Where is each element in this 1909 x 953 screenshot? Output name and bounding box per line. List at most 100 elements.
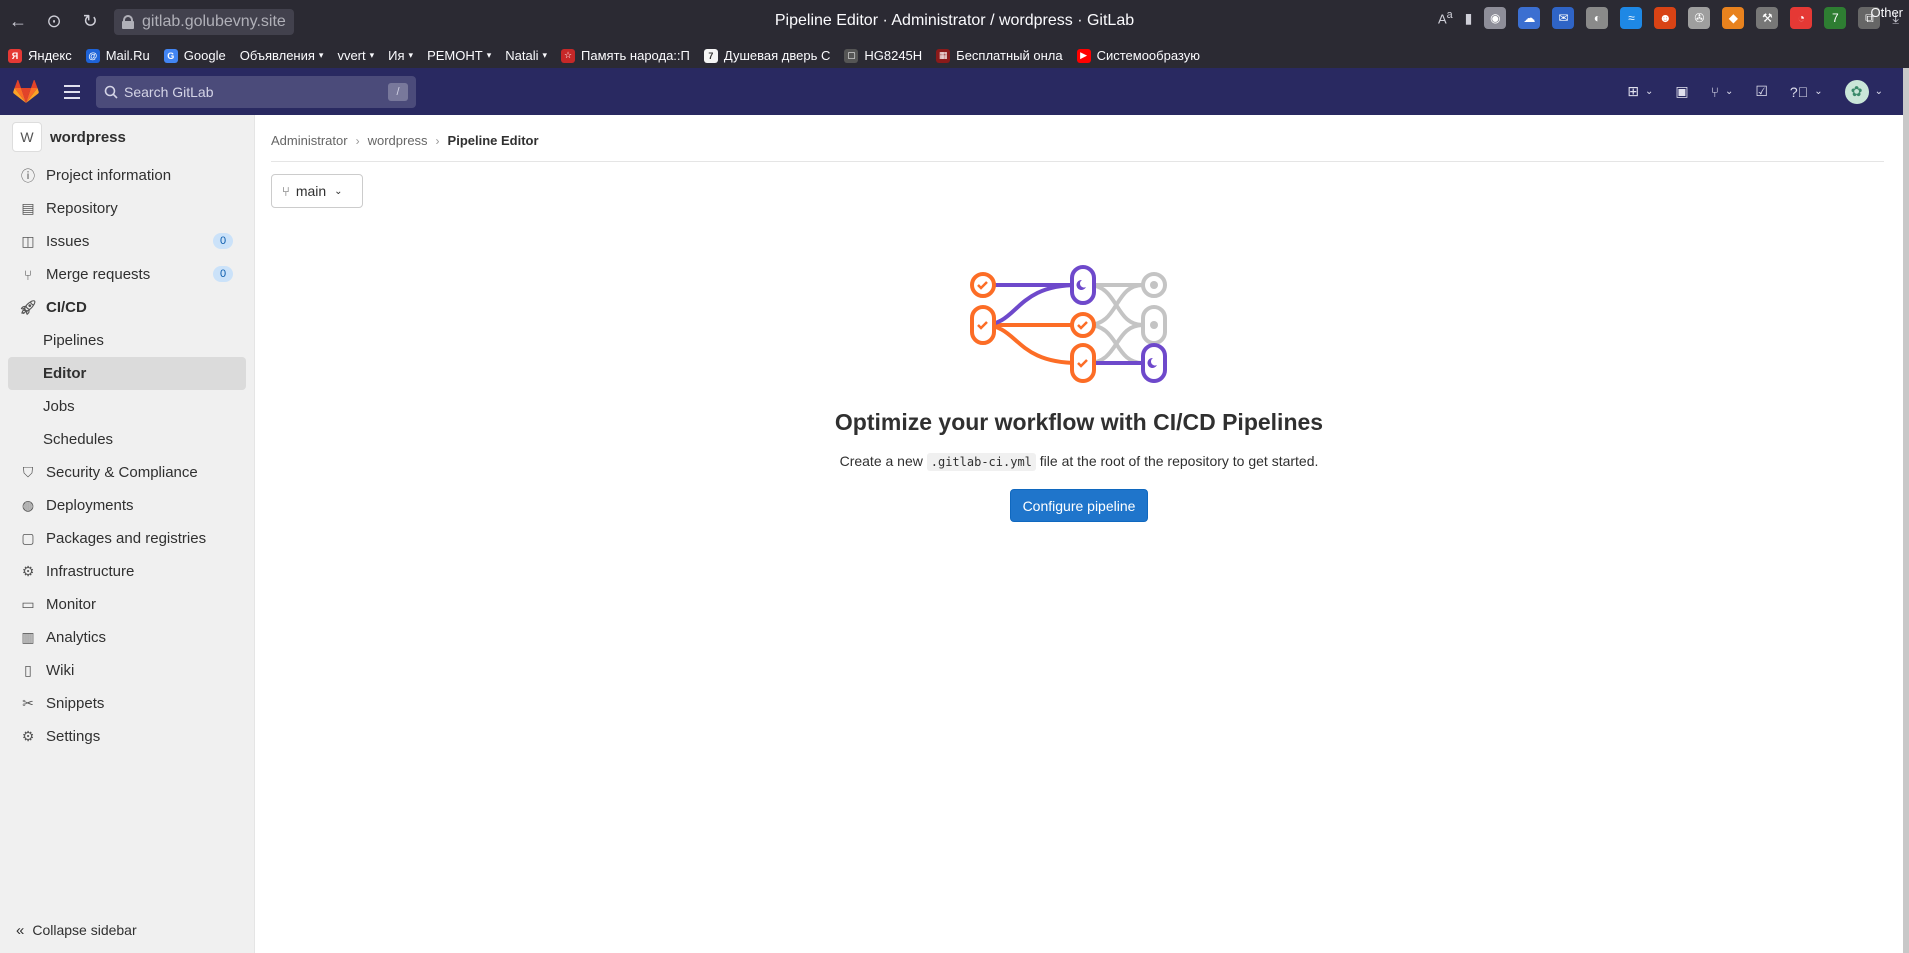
rocket-icon: 🚀︎ <box>19 299 37 315</box>
merge-request-icon: ⑂ <box>23 266 33 283</box>
help-icon: ?⃝ <box>1789 83 1809 100</box>
double-chevron-left-icon: « <box>16 921 25 939</box>
sidebar-item-deployments[interactable]: ◍ Deployments <box>0 489 254 522</box>
sidebar-item-cicd[interactable]: 🚀︎ CI/CD <box>0 291 254 324</box>
caret-down-icon: ▾ <box>318 50 324 60</box>
sidebar-subitem-schedules[interactable]: Schedules <box>0 423 254 456</box>
sidebar-item-label: Project information <box>46 167 172 184</box>
sidebar-subitem-jobs[interactable]: Jobs <box>0 390 254 423</box>
bookmark-item[interactable]: @ Mail.Ru <box>85 48 150 63</box>
breadcrumb-wordpress[interactable]: wordpress <box>368 133 428 148</box>
bookmark-item[interactable]: РЕМОНТ ▾ <box>427 48 491 63</box>
breadcrumb-administrator[interactable]: Administrator <box>271 133 348 148</box>
sidebar-item-project-information[interactable]: ⓘ Project information <box>0 159 254 192</box>
chart-icon: ▥ <box>21 629 35 645</box>
address-bar[interactable]: gitlab.golubevny.site <box>114 8 294 35</box>
user-menu[interactable]: ✿ ⌄ <box>1844 79 1883 104</box>
package-icon: ▢ <box>21 530 35 546</box>
sidebar-subitem-pipelines[interactable]: Pipelines <box>0 324 254 357</box>
bookmark-item[interactable]: Объявления ▾ <box>240 48 324 63</box>
chart-extension-icon[interactable]: ◔ <box>1790 7 1813 29</box>
extension-icon[interactable]: ◉ <box>1484 7 1507 29</box>
gear-icon: ⚙ <box>21 728 35 744</box>
sidebar-item-wiki[interactable]: ▯ Wiki <box>0 654 254 687</box>
reload-button[interactable]: ↻ <box>72 4 108 40</box>
yandex-button[interactable]: ⊙ <box>36 4 72 40</box>
pipeline-illustration <box>970 265 1167 383</box>
new-dropdown[interactable]: ⊞ ⌄ <box>1627 83 1653 100</box>
cloud-gear-icon: ⚙ <box>21 563 35 579</box>
issues-link[interactable]: ▣ <box>1675 83 1688 100</box>
breadcrumb-pipeline-editor[interactable]: Pipeline Editor <box>448 133 539 148</box>
menu-icon[interactable] <box>52 68 92 115</box>
bookmark-item[interactable]: vvert ▾ <box>337 48 374 63</box>
sidebar-item-packages[interactable]: ▢ Packages and registries <box>0 522 254 555</box>
caret-down-icon: ▾ <box>408 50 414 60</box>
search-input[interactable]: Search GitLab / <box>96 75 416 108</box>
sidebar-item-merge-requests[interactable]: ⑂ Merge requests 0 <box>0 258 254 291</box>
bookmark-item[interactable]: ☆ Память народа::П <box>561 48 690 63</box>
sidebar-item-label: Deployments <box>46 497 134 514</box>
gitlab-logo[interactable] <box>0 68 52 115</box>
bookmark-label: РЕМОНТ <box>427 48 483 63</box>
fox-extension-icon[interactable]: ◆ <box>1722 7 1745 29</box>
collapse-sidebar-button[interactable]: « Collapse sidebar <box>0 907 255 953</box>
bookmark-item[interactable]: ▶ Системообразую <box>1076 48 1200 63</box>
bookmark-label: Системообразую <box>1096 48 1200 63</box>
bookmark-label: Душевая дверь С <box>723 48 831 63</box>
sidebar-item-issues[interactable]: ◫ Issues 0 <box>0 225 254 258</box>
main-content: Administrator › wordpress › Pipeline Edi… <box>255 115 1903 953</box>
seven-extension-icon[interactable]: 7 <box>1824 7 1847 29</box>
bookmark-item[interactable]: ▢ HG8245H <box>844 48 922 63</box>
sidebar-item-snippets[interactable]: ✂ Snippets <box>0 687 254 720</box>
bookmark-item[interactable]: Я Яндекс <box>8 48 72 63</box>
wave-extension-icon[interactable]: ≈ <box>1620 7 1643 29</box>
translate-icon[interactable]: Aa <box>1438 9 1453 26</box>
sidebar-item-repository[interactable]: ▤ Repository <box>0 192 254 225</box>
bookmark-icon[interactable]: ▮ <box>1465 10 1473 27</box>
bookmark-item[interactable]: 7 Душевая дверь С <box>703 48 831 63</box>
sidebar-subitem-editor[interactable]: Editor <box>8 357 246 390</box>
deployments-icon: ◍ <box>21 497 35 513</box>
search-shortcut: / <box>388 82 408 101</box>
merge-requests-count-badge: 0 <box>213 266 233 282</box>
tool-extension-icon[interactable]: ⚒ <box>1756 7 1779 29</box>
bookmark-label: Память народа::П <box>581 48 690 63</box>
url-text: gitlab.golubevny.site <box>142 12 286 30</box>
help-dropdown[interactable]: ?⃝ ⌄ <box>1790 84 1823 100</box>
back-button[interactable]: ← <box>0 4 36 40</box>
empty-state: Optimize your workflow with CI/CD Pipeli… <box>255 265 1903 522</box>
shield-icon: ⛉ <box>22 464 34 480</box>
bookmark-item[interactable]: Natali ▾ <box>505 48 547 63</box>
film-extension-icon[interactable]: ✇ <box>1688 7 1711 29</box>
breadcrumb: Administrator › wordpress › Pipeline Edi… <box>271 133 539 148</box>
sidebar-item-analytics[interactable]: ▥ Analytics <box>0 621 254 654</box>
bookmark-label: Объявления <box>239 48 315 63</box>
bookmark-item[interactable]: G Google <box>163 48 226 63</box>
sidebar-item-label: Issues <box>46 233 90 250</box>
person-extension-icon[interactable]: ☻ <box>1654 7 1677 29</box>
todos-link[interactable]: ☑ <box>1755 83 1768 100</box>
sidebar-item-label: Security & Compliance <box>46 464 198 481</box>
bookmark-item[interactable]: Ия ▾ <box>388 48 413 63</box>
bookmark-item[interactable]: ▦ Бесплатный онла <box>936 48 1063 63</box>
cloud-extension-icon[interactable]: ☁ <box>1518 7 1541 29</box>
search-placeholder: Search GitLab <box>124 83 214 100</box>
issues-icon: ◫ <box>21 233 35 249</box>
configure-pipeline-button[interactable]: Configure pipeline <box>1009 489 1149 522</box>
sidebar-item-label: Settings <box>46 728 101 745</box>
sidebar-item-monitor[interactable]: ▭ Monitor <box>0 588 254 621</box>
page-scrollbar[interactable] <box>1903 68 1909 953</box>
leaf-extension-icon[interactable]: ◐ <box>1586 7 1609 29</box>
merge-requests-dropdown[interactable]: ⑂ ⌄ <box>1711 84 1734 100</box>
bookmark-label: Google <box>183 48 226 63</box>
sidebar-item-settings[interactable]: ⚙ Settings <box>0 720 254 753</box>
other-bookmarks[interactable]: Other <box>1870 5 1903 20</box>
bookmark-label: vvert <box>337 48 366 63</box>
sidebar-item-security-compliance[interactable]: ⛉ Security & Compliance <box>0 456 254 489</box>
mail-extension-icon[interactable]: ✉ <box>1552 7 1575 29</box>
chevron-down-icon: ⌄ <box>1724 86 1734 97</box>
sidebar-item-infrastructure[interactable]: ⚙ Infrastructure <box>0 555 254 588</box>
project-header[interactable]: W wordpress <box>0 115 254 159</box>
branch-switcher[interactable]: ⑂ main ⌄ <box>271 174 363 208</box>
